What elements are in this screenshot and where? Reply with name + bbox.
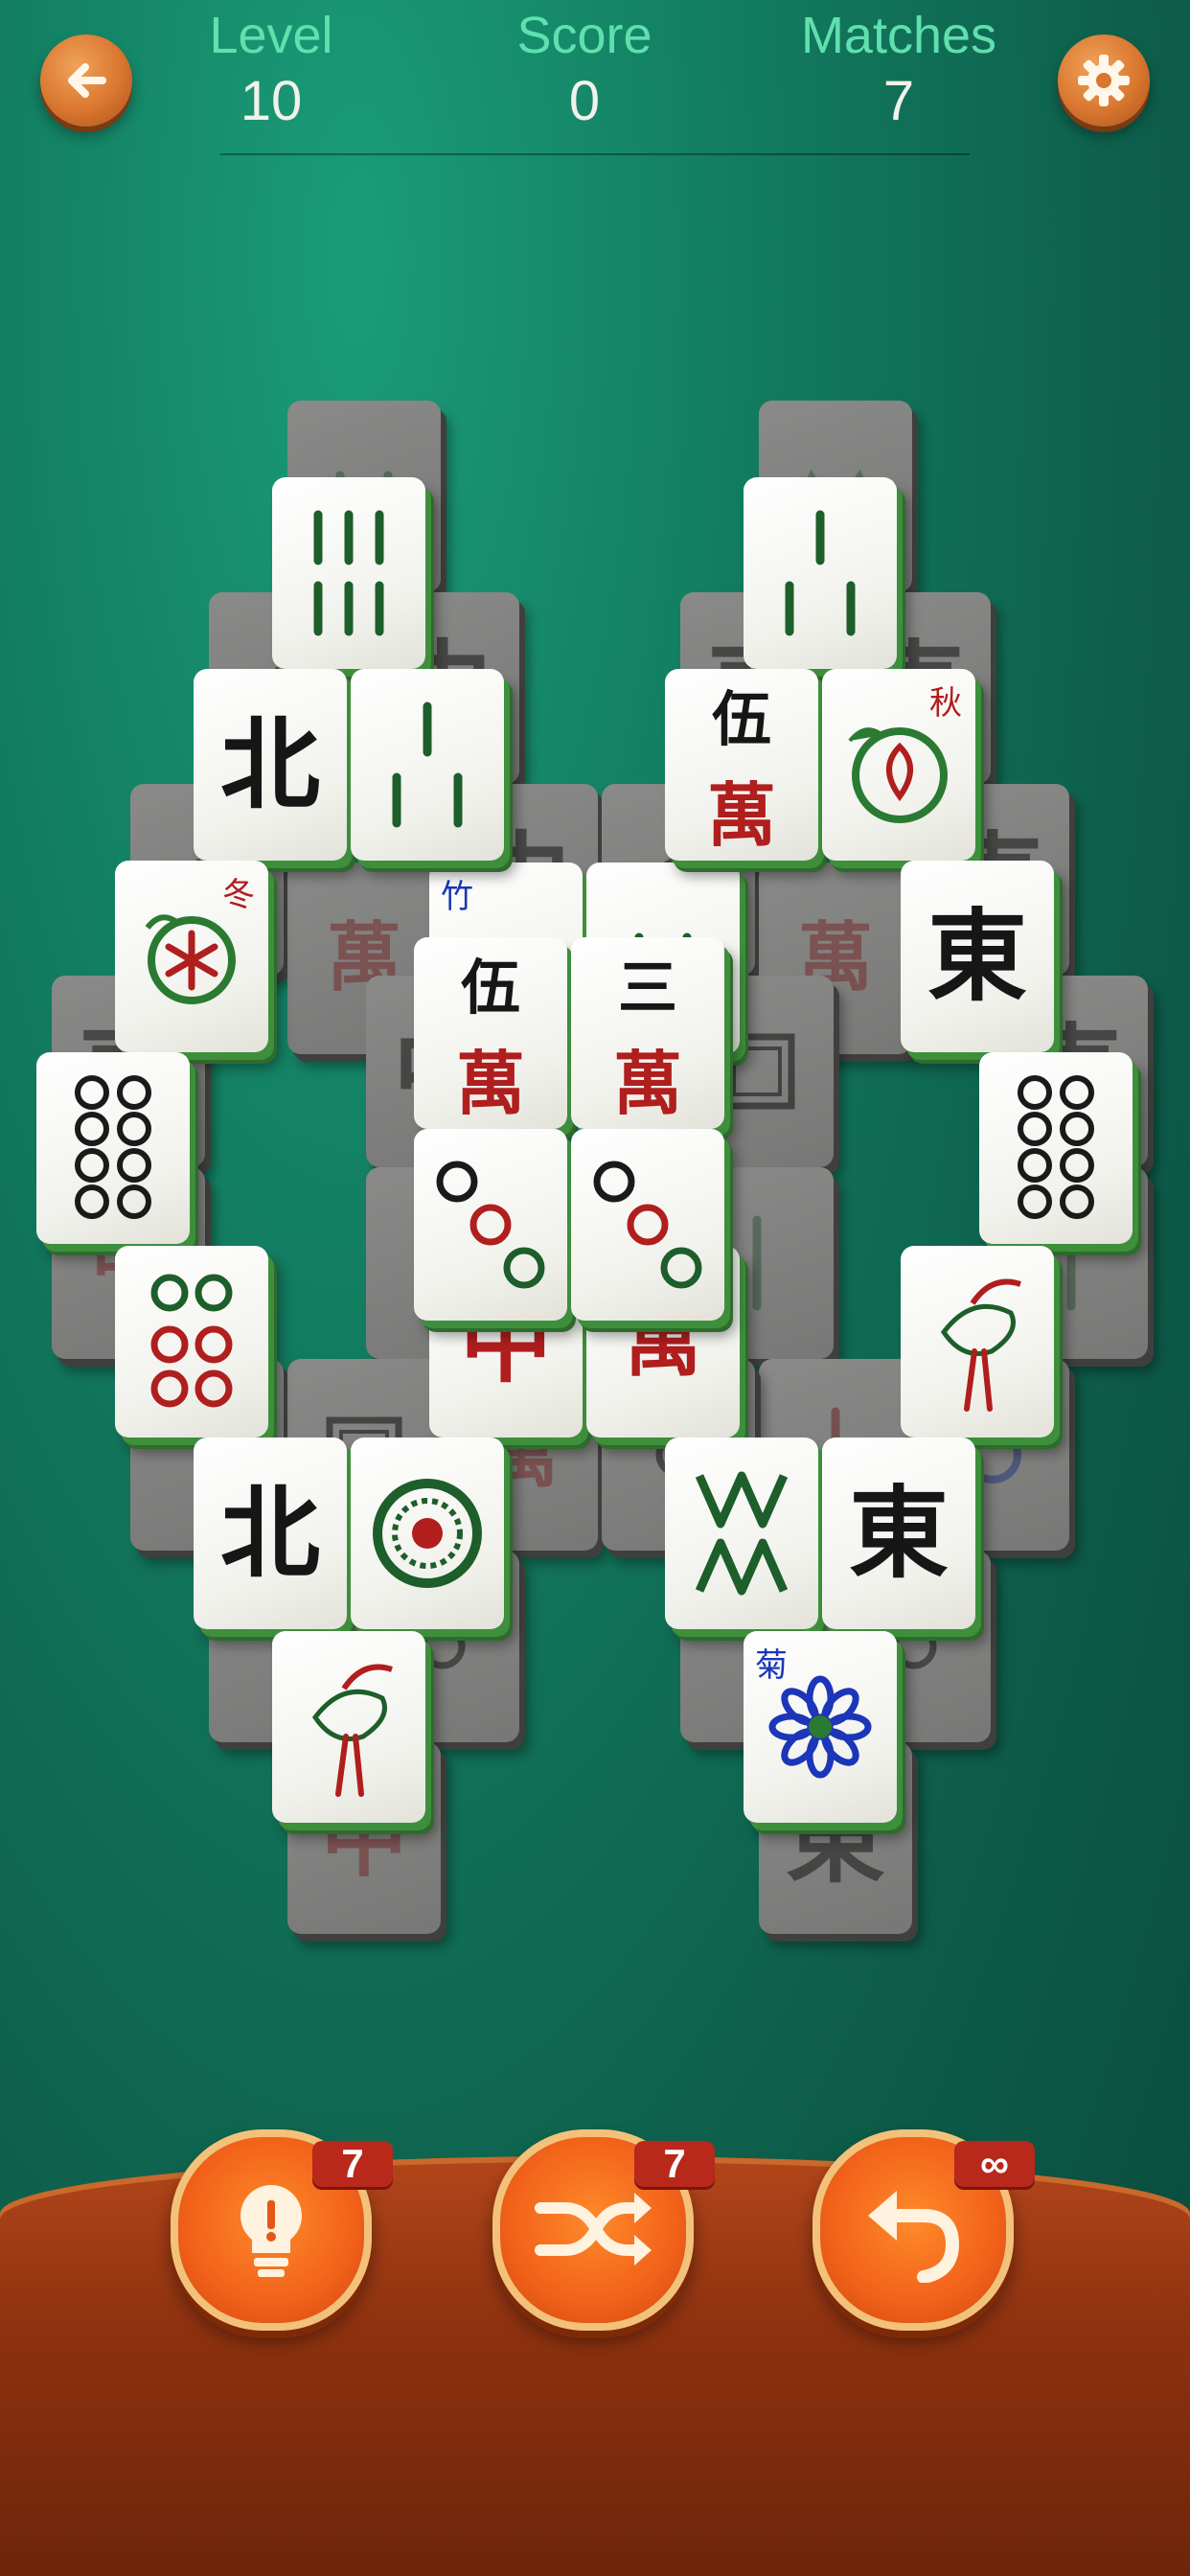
hint-button[interactable]: 7: [171, 2129, 393, 2331]
character-tile: 伍 萬: [456, 939, 525, 1128]
tile-corner-label: 秋: [929, 684, 962, 723]
tile-wan-glyph: 萬: [706, 773, 776, 856]
tile-wan-glyph: 萬: [455, 1042, 525, 1124]
mahjong-tile[interactable]: [979, 1052, 1133, 1244]
mahjong-tile[interactable]: [901, 1246, 1054, 1438]
circles-8-icon: [1018, 1075, 1094, 1219]
mahjong-tile[interactable]: [272, 477, 425, 669]
undo-arrow-icon: [868, 2191, 960, 2283]
mahjong-tile[interactable]: [744, 477, 897, 669]
bamboo-3-icon: [785, 510, 856, 636]
mahjong-tile[interactable]: [272, 1631, 425, 1823]
bird-icon: [940, 1278, 1021, 1412]
character-tile: 伍 萬: [707, 671, 776, 860]
undo-button[interactable]: ∞: [812, 2129, 1035, 2331]
mahjong-tile[interactable]: [115, 1246, 268, 1438]
circle-1-icon: [373, 1479, 482, 1588]
tile-wan-glyph: 萬: [612, 1042, 682, 1124]
shuffle-icon: [535, 2193, 652, 2266]
bamboo-pattern-icon: [695, 1471, 789, 1596]
bamboo-3-icon: [392, 702, 463, 828]
circles-6-icon: [150, 1274, 233, 1408]
shuffle-count-badge: 7: [634, 2141, 715, 2187]
snowflake-icon: [145, 914, 236, 1004]
mahjong-tile[interactable]: 秋: [822, 669, 975, 861]
mahjong-tile[interactable]: 北: [194, 669, 347, 861]
mahjong-tile[interactable]: [665, 1438, 818, 1629]
mahjong-tile[interactable]: [36, 1052, 190, 1244]
tile-corner-label: 竹: [441, 878, 473, 916]
character-tile: 三 萬: [613, 939, 682, 1128]
tile-glyph: 北: [219, 705, 320, 823]
bird-icon: [311, 1664, 393, 1797]
lightbulb-icon: [240, 2185, 303, 2277]
mahjong-tile[interactable]: [351, 1438, 504, 1629]
tile-corner-label: 冬: [222, 876, 255, 914]
hint-count-badge: 7: [312, 2141, 393, 2187]
bamboo-6-icon: [313, 510, 384, 636]
tile-glyph: 東: [848, 1474, 949, 1592]
mahjong-tile[interactable]: 冬: [115, 861, 268, 1052]
circles-8-icon: [75, 1075, 151, 1219]
tile-corner-label: 菊: [755, 1646, 788, 1685]
tile-number-glyph: 三: [617, 952, 677, 1023]
mahjong-tile[interactable]: 伍 萬: [414, 937, 567, 1129]
mahjong-tile[interactable]: 菊: [744, 1631, 897, 1823]
circles-3-icon: [436, 1161, 545, 1289]
mahjong-tile[interactable]: 北: [194, 1438, 347, 1629]
shuffle-button[interactable]: 7: [492, 2129, 715, 2331]
mahjong-tile[interactable]: 東: [822, 1438, 975, 1629]
tile-number-glyph: 伍: [460, 952, 520, 1023]
circles-3-icon: [593, 1161, 702, 1289]
mahjong-tile[interactable]: 三 萬: [571, 937, 724, 1129]
mahjong-tile[interactable]: 東: [901, 861, 1054, 1052]
mahjong-tile[interactable]: 伍 萬: [665, 669, 818, 861]
tile-glyph: 東: [927, 897, 1027, 1015]
tile-number-glyph: 伍: [711, 683, 771, 754]
mahjong-tile[interactable]: [571, 1129, 724, 1321]
mahjong-tile[interactable]: [414, 1129, 567, 1321]
tile-glyph: 北: [219, 1474, 320, 1592]
undo-count-badge: ∞: [954, 2141, 1035, 2187]
mahjong-tile[interactable]: [351, 669, 504, 861]
